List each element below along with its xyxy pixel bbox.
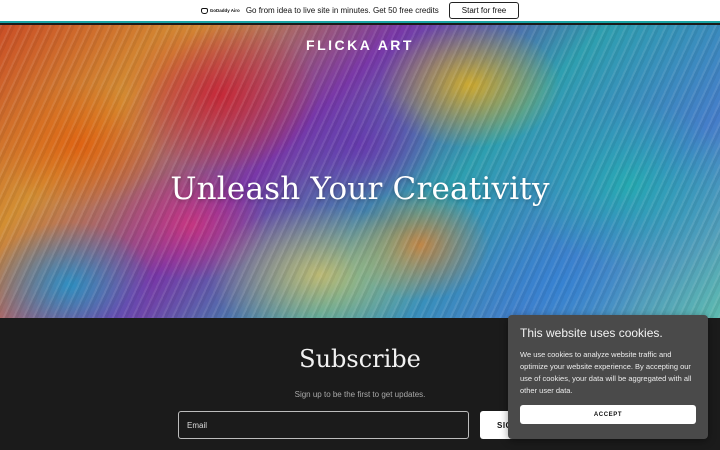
cookie-text: We use cookies to analyze website traffi… [520,350,692,395]
hero-section: FLICKA ART Unleash Your Creativity [0,25,720,318]
promo-bar: GoDaddy Airo Go from idea to live site i… [0,0,720,23]
godaddy-logo-text: GoDaddy Airo [209,8,240,13]
site-logo[interactable]: FLICKA ART [0,37,720,53]
godaddy-logo: GoDaddy Airo [200,7,240,14]
email-input[interactable]: Email [178,411,469,439]
start-for-free-button[interactable]: Start for free [448,2,520,19]
cookie-banner: This website uses cookies. We use cookie… [508,315,708,439]
cookie-title: This website uses cookies. [520,326,663,340]
hero-headline: Unleash Your Creativity [170,171,550,207]
godaddy-logo-icon [200,7,208,14]
accept-cookies-button[interactable]: ACCEPT [520,405,696,424]
promo-message: Go from idea to live site in minutes. Ge… [245,6,439,15]
